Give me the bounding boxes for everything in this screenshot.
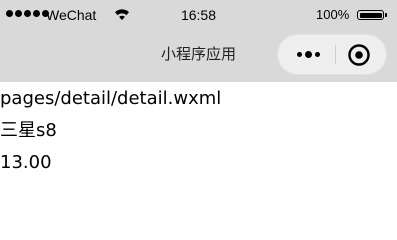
status-bar: WeChat 16:58 100%: [0, 0, 397, 30]
more-dots-icon[interactable]: [286, 35, 330, 74]
capsule-button-group: [277, 34, 387, 75]
product-price: 13.00: [0, 152, 52, 173]
product-name: 三星s8: [0, 120, 57, 141]
battery-icon: [357, 10, 387, 20]
battery-fill: [359, 12, 382, 18]
battery-percent: 100%: [316, 7, 350, 22]
capsule-divider: [335, 45, 336, 64]
target-close-icon[interactable]: [346, 42, 372, 68]
page-path-text: pages/detail/detail.wxml: [0, 88, 222, 109]
navigation-bar: 小程序应用: [0, 30, 397, 82]
page-content: pages/detail/detail.wxml 三星s8 13.00: [0, 86, 397, 182]
